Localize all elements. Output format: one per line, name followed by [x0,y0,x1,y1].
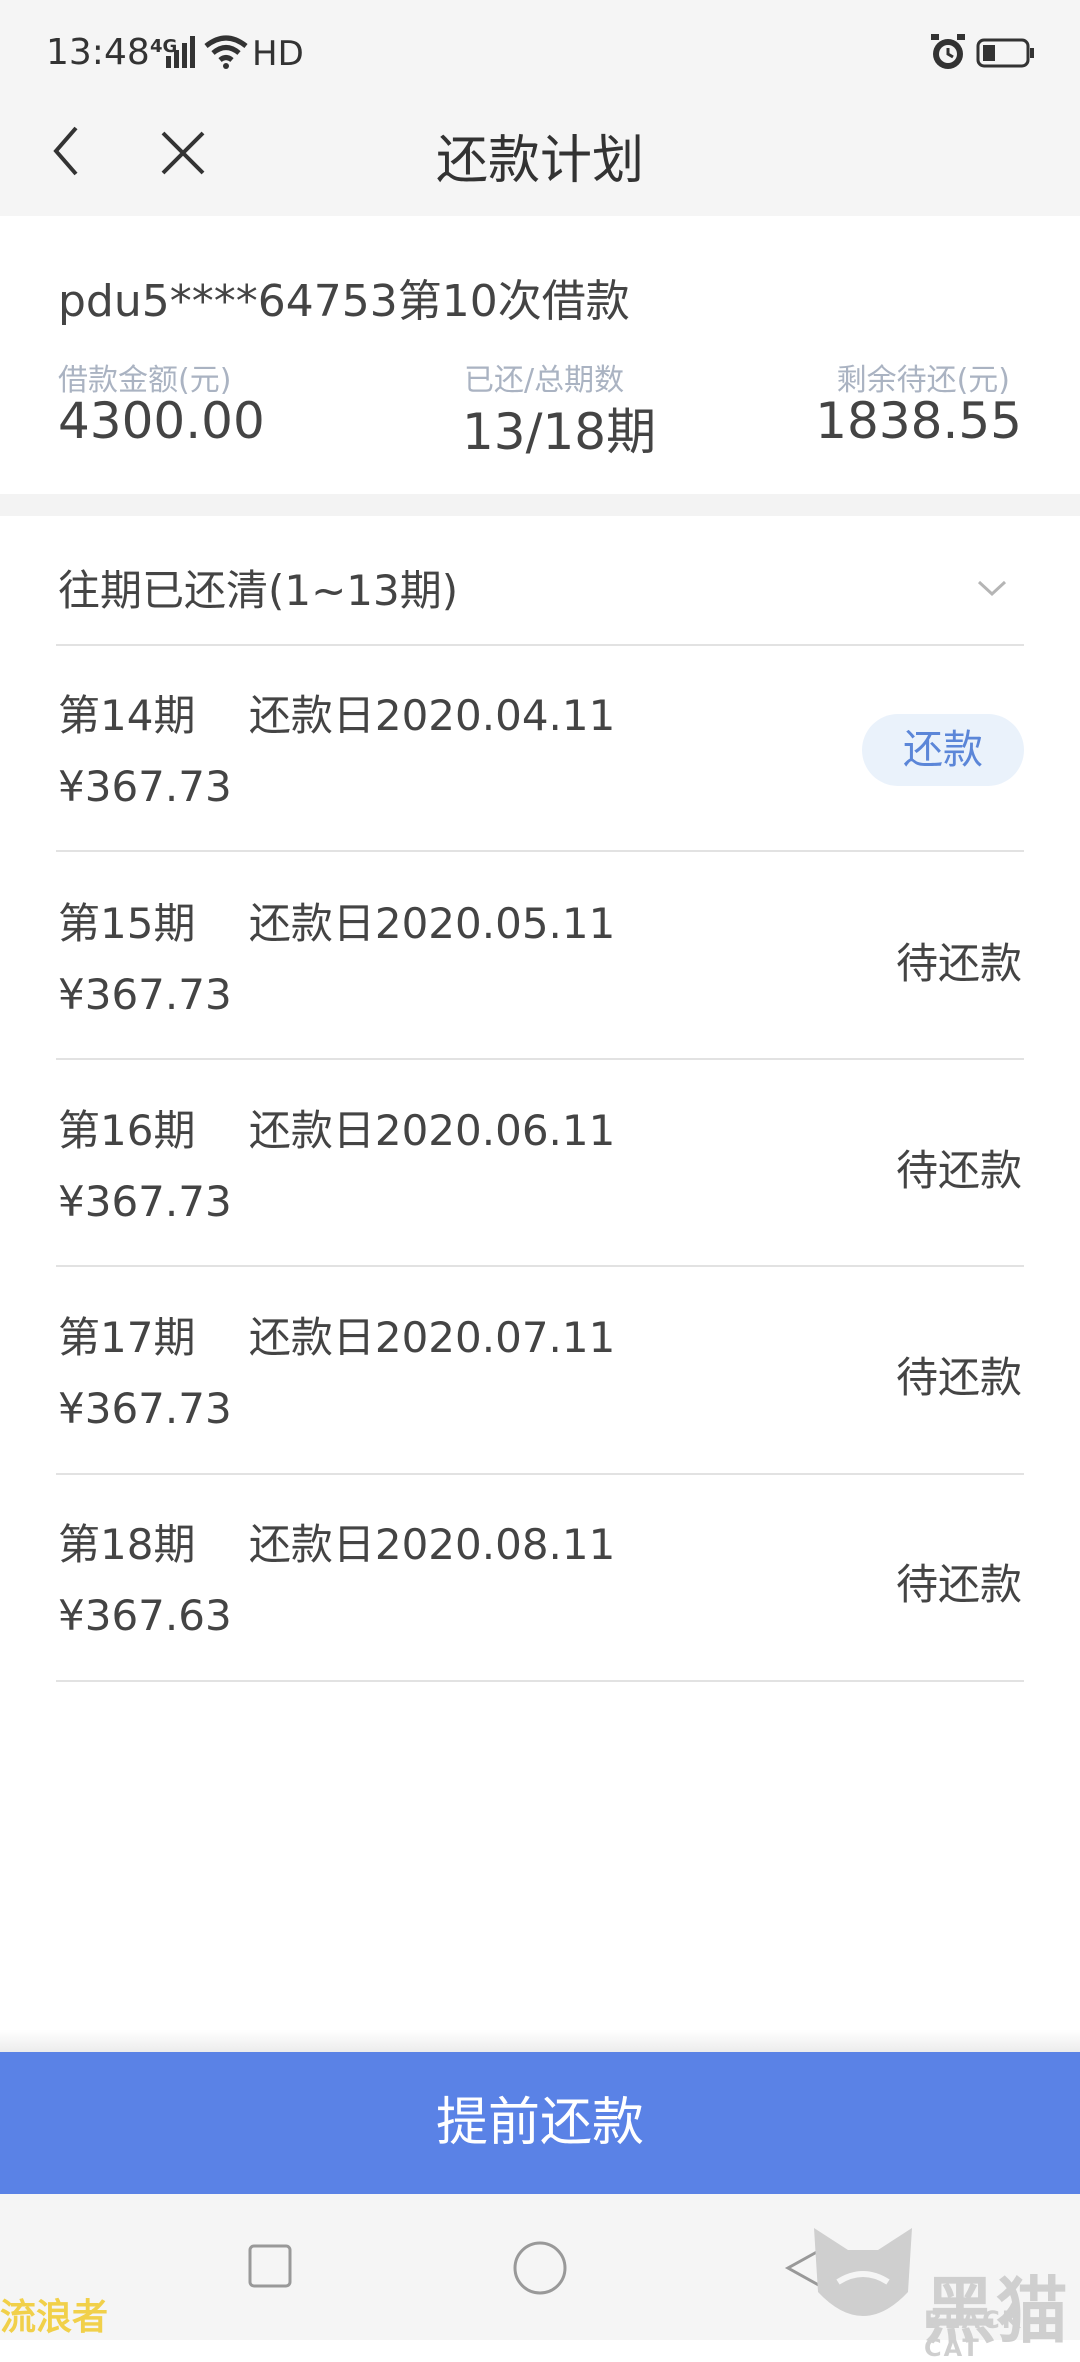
prepay-button[interactable]: 提前还款 [0,2052,1080,2194]
page-title: 还款计划 [435,131,644,191]
installment-period: 第18期 还款日2020.08.11 [58,1520,616,1569]
divider [56,1680,1024,1682]
loan-amount-value: 4300.00 [58,392,265,450]
installment-status: 待还款 [895,1146,1022,1195]
installment-status: 待还款 [895,1560,1022,1609]
installment-period: 第15期 还款日2020.05.11 [58,899,616,948]
wifi-icon [204,35,248,69]
history-label: 往期已还清(1~13期) [58,566,459,615]
alarm-icon [931,34,965,69]
installment-amount: ¥367.73 [58,762,232,811]
divider [56,1473,1024,1475]
installment-status: 待还款 [895,939,1022,988]
repaid-periods-value: 13/18期 [462,403,657,461]
watermark-left: 流浪者 [0,2297,109,2338]
installment-period: 第17期 还款日2020.07.11 [58,1313,616,1362]
home-icon[interactable] [512,2240,568,2296]
watermark-right-sub: BLACK CAT [924,2306,1023,2362]
installment-amount: ¥367.73 [58,1384,232,1433]
installment-status: 待还款 [895,1353,1022,1402]
footer-shadow [0,2030,1080,2052]
remaining-value: 1838.55 [815,392,1022,450]
installment-period: 第16期 还款日2020.06.11 [58,1106,616,1155]
hd-label: HD [252,34,304,74]
installment-amount: ¥367.73 [58,970,232,1019]
signal-icon [166,36,195,68]
repay-button[interactable]: 还款 [862,714,1024,786]
black-cat-logo-icon [814,2228,912,2316]
battery-icon [976,38,1034,68]
section-gap [0,494,1080,516]
installment-amount: ¥367.63 [58,1591,232,1640]
divider [56,644,1024,646]
divider [56,850,1024,852]
recent-apps-icon[interactable] [248,2244,292,2288]
installment-period: 第14期 还款日2020.04.11 [58,691,616,740]
divider [56,1265,1024,1267]
loan-title: pdu5****64753第10次借款 [58,276,630,327]
chevron-down-icon[interactable] [976,578,1008,598]
status-time: 13:48 [46,32,150,73]
divider [56,1058,1024,1060]
installment-amount: ¥367.73 [58,1177,232,1226]
